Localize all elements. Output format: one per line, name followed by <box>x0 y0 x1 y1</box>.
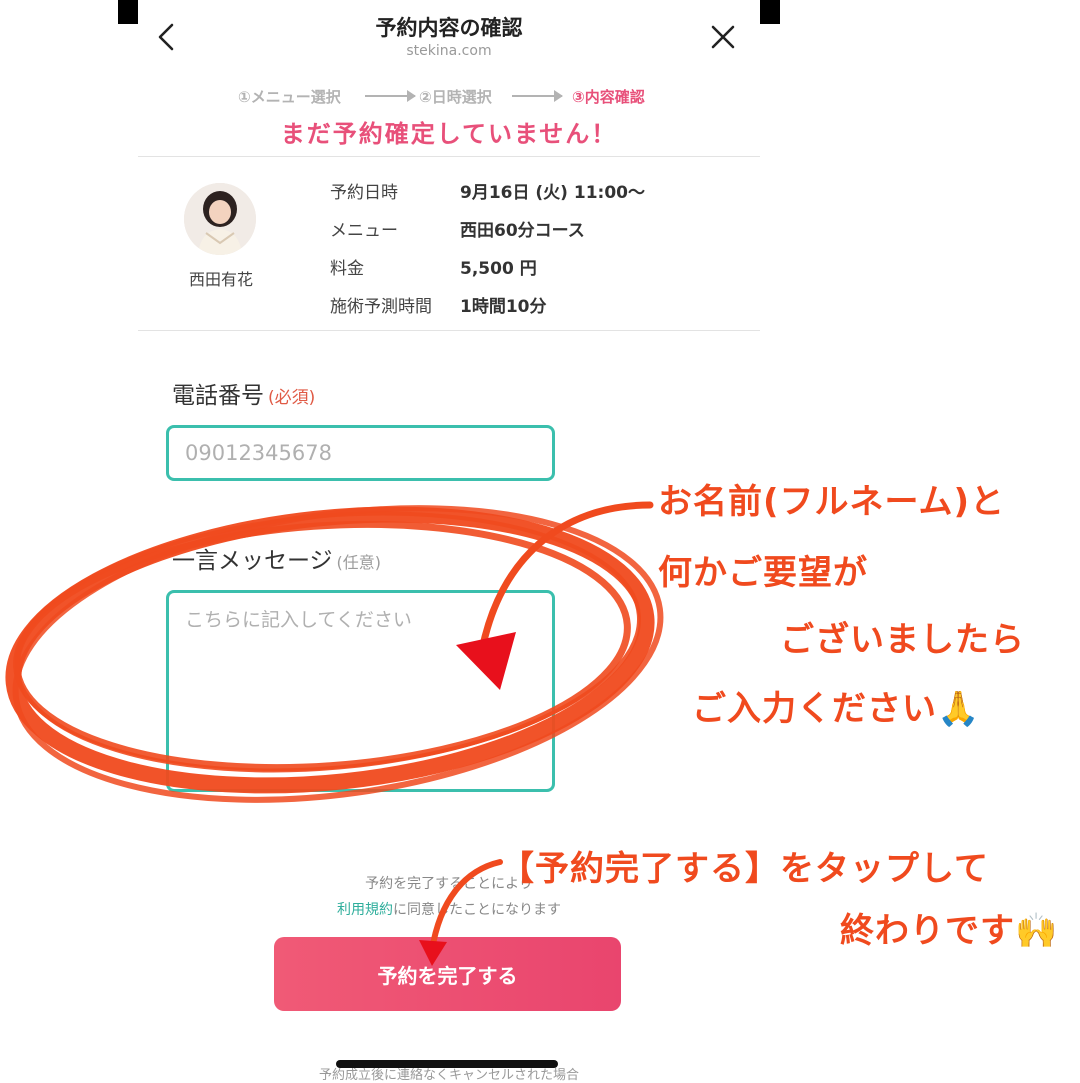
booking-price-value: 5,500 円 <box>460 259 537 279</box>
close-icon[interactable] <box>706 20 740 54</box>
step-arrow <box>512 90 563 102</box>
message-input[interactable] <box>166 590 555 792</box>
booking-duration-label: 施術予測時間 <box>330 297 432 317</box>
home-indicator <box>336 1060 558 1068</box>
annotation-text: ご入力ください🙏 <box>692 689 981 729</box>
booking-date-label: 予約日時 <box>330 183 398 203</box>
booking-date-value: 9月16日 (火) 11:00〜 <box>460 183 645 203</box>
divider <box>138 156 760 157</box>
terms-text-line2: 利用規約に同意したことになります <box>138 899 760 919</box>
not-confirmed-warning: まだ予約確定していません！ <box>280 120 618 148</box>
terms-text-rest: に同意したことになります <box>393 902 561 918</box>
message-label: 一言メッセージ (任意) <box>172 541 381 575</box>
optional-tag: (任意) <box>336 553 382 572</box>
phone-label: 電話番号 (必須) <box>172 376 315 410</box>
annotation-text: お名前(フルネーム)と <box>658 482 1006 522</box>
annotation-text: 何かご要望が <box>658 553 868 593</box>
booking-menu-value: 西田60分コース <box>460 221 585 241</box>
step-confirm: ③内容確認 <box>572 88 645 106</box>
phone-input[interactable] <box>166 425 555 481</box>
phone-label-text: 電話番号 <box>172 383 264 409</box>
page-title: 予約内容の確認 <box>375 16 523 40</box>
annotation-text: 【予約完了する】をタップして <box>500 849 989 889</box>
staff-photo <box>184 183 256 255</box>
staff-name: 西田有花 <box>188 270 253 289</box>
required-tag: (必須) <box>268 388 316 408</box>
staff-avatar <box>184 183 256 255</box>
booking-menu-label: メニュー <box>330 221 398 241</box>
step-arrow <box>365 90 416 102</box>
site-domain: stekina.com <box>406 43 492 59</box>
complete-booking-button[interactable]: 予約を完了する <box>274 937 621 1011</box>
annotation-text: 終わりです🙌 <box>840 911 1059 951</box>
booking-price-label: 料金 <box>330 259 364 279</box>
step-menu: ①メニュー選択 <box>238 88 341 106</box>
booking-duration-value: 1時間10分 <box>460 297 547 317</box>
annotation-text: ございましたら <box>780 620 1025 660</box>
message-label-text: 一言メッセージ <box>172 548 333 574</box>
step-datetime: ②日時選択 <box>419 88 492 106</box>
divider <box>138 330 760 331</box>
terms-link[interactable]: 利用規約 <box>337 902 393 918</box>
